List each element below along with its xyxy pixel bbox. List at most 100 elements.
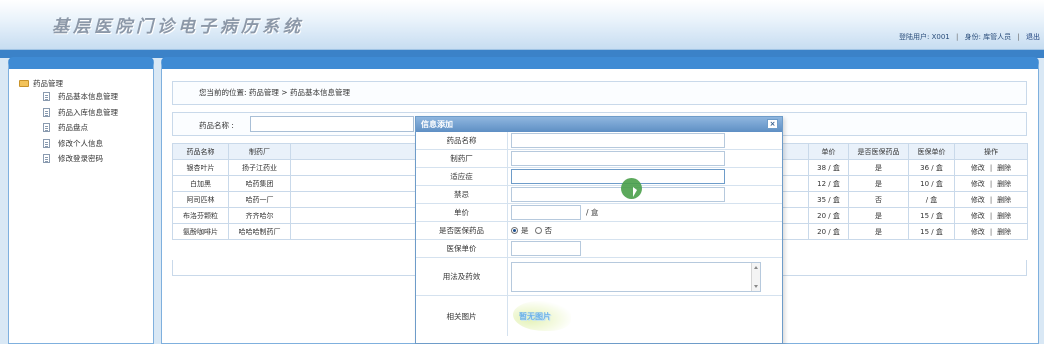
field-label: 适应症 (416, 168, 508, 185)
col-header-operations: 操作 (954, 143, 1028, 160)
form-row-name: 药品名称 (416, 132, 782, 150)
dialog-title: 信息添加 (421, 120, 453, 129)
sidebar-item-drug-stock-in[interactable]: 药品入库信息管理 (19, 105, 153, 121)
separator: | (989, 195, 993, 204)
delete-link[interactable]: 删除 (997, 164, 1011, 172)
sidebar-item-drug-info[interactable]: 药品基本信息管理 (19, 89, 153, 105)
textarea-scrollbar[interactable] (751, 262, 760, 291)
form-row-insured: 是否医保药品 是 否 (416, 222, 782, 240)
sidebar-item-label: 药品基本信息管理 (58, 92, 118, 102)
edit-link[interactable]: 修改 (971, 212, 985, 220)
add-drug-dialog: 信息添加 × 药品名称 制药厂 适应症 禁忌 单价 / 盒 是否医保药品 是 否… (415, 116, 783, 344)
edit-link[interactable]: 修改 (971, 164, 985, 172)
sidebar-item-password[interactable]: 修改登录密码 (19, 151, 153, 167)
dialog-titlebar[interactable]: 信息添加 × (416, 117, 782, 132)
document-icon (43, 123, 50, 133)
cell-insured: 是 (848, 207, 909, 224)
cell-name: 阿司匹林 (172, 191, 229, 208)
document-icon (43, 92, 50, 102)
cell-insured: 是 (848, 223, 909, 240)
drug-name-search-input[interactable] (250, 116, 414, 132)
cell-price: 12 / 盒 (808, 175, 849, 192)
sidebar-item-inventory[interactable]: 药品盘点 (19, 120, 153, 136)
insured-yes-radio[interactable] (511, 227, 518, 234)
scroll-up-icon[interactable] (754, 265, 758, 269)
cell-price: 38 / 盒 (808, 159, 849, 176)
cell-insured: 否 (848, 191, 909, 208)
taboo-input[interactable] (511, 187, 725, 202)
form-row-ins-price: 医保单价 (416, 240, 782, 258)
field-label: 禁忌 (416, 186, 508, 203)
tree-root-drug-management[interactable]: 药品管理 (19, 77, 153, 89)
cell-operations: 修改 | 删除 (954, 207, 1028, 224)
cell-name: 布洛芬颗粒 (172, 207, 229, 224)
col-header-ins-price: 医保单价 (908, 143, 955, 160)
field-label: 医保单价 (416, 240, 508, 257)
price-input[interactable] (511, 205, 581, 220)
price-unit: / 盒 (586, 208, 599, 217)
logout-link[interactable]: 退出 (1026, 33, 1040, 41)
form-row-taboo: 禁忌 (416, 186, 782, 204)
search-label: 药品名称 : (199, 121, 234, 130)
cell-maker: 哈药一厂 (228, 191, 291, 208)
cell-operations: 修改 | 删除 (954, 223, 1028, 240)
tree-root-label: 药品管理 (33, 78, 63, 88)
indication-input[interactable] (511, 169, 725, 184)
edit-link[interactable]: 修改 (971, 228, 985, 236)
image-preview[interactable]: 暂无图片 (513, 301, 573, 331)
cell-ins-price: 36 / 盒 (908, 159, 955, 176)
delete-link[interactable]: 删除 (997, 196, 1011, 204)
delete-link[interactable]: 删除 (997, 180, 1011, 188)
sidebar-item-label: 药品盘点 (58, 123, 88, 133)
insured-no-radio[interactable] (534, 227, 542, 234)
ins-price-input[interactable] (511, 241, 581, 256)
cell-operations: 修改 | 删除 (954, 159, 1028, 176)
cell-ins-price: / 盒 (908, 191, 955, 208)
usage-textarea[interactable] (511, 261, 761, 292)
cell-maker: 哈药集团 (228, 175, 291, 192)
form-row-maker: 制药厂 (416, 150, 782, 168)
cell-insured: 是 (848, 159, 909, 176)
sidebar-item-label: 修改登录密码 (58, 154, 103, 164)
edit-link[interactable]: 修改 (971, 180, 985, 188)
maker-input[interactable] (511, 151, 725, 166)
mouse-cursor-icon (633, 187, 637, 197)
document-icon (43, 154, 50, 164)
field-label: 药品名称 (416, 132, 508, 149)
image-placeholder-text: 暂无图片 (519, 312, 551, 321)
breadcrumb: 您当前的位置: 药品管理 > 药品基本信息管理 (172, 81, 1027, 105)
user-identity: 身份: 库管人员 (964, 33, 1012, 41)
separator: | (989, 211, 993, 220)
sidebar-item-label: 药品入库信息管理 (58, 107, 118, 117)
cell-price: 20 / 盒 (808, 207, 849, 224)
form-row-indication: 适应症 (416, 168, 782, 186)
document-icon (43, 107, 50, 117)
user-bar: 登陆用户: X001 | 身份: 库管人员 | 退出 (899, 32, 1040, 42)
sidebar-item-profile[interactable]: 修改个人信息 (19, 136, 153, 152)
sidebar-item-label: 修改个人信息 (58, 138, 103, 148)
cell-name: 银杏叶片 (172, 159, 229, 176)
separator: | (989, 227, 993, 236)
scroll-down-icon[interactable] (754, 284, 758, 288)
app-header: 基层医院门诊电子病历系统 登陆用户: X001 | 身份: 库管人员 | 退出 (0, 0, 1044, 50)
drug-name-input[interactable] (511, 133, 725, 148)
delete-link[interactable]: 删除 (997, 212, 1011, 220)
cell-operations: 修改 | 删除 (954, 175, 1028, 192)
field-label: 单价 (416, 204, 508, 221)
sidebar: 药品管理 药品基本信息管理 药品入库信息管理 药品盘点 修改个人信息 修改登录密… (8, 57, 154, 344)
cell-name: 氨酚咖啡片 (172, 223, 229, 240)
nav-tree: 药品管理 药品基本信息管理 药品入库信息管理 药品盘点 修改个人信息 修改登录密… (9, 69, 153, 167)
current-user: 登陆用户: X001 (899, 33, 950, 41)
separator: | (989, 179, 993, 188)
insured-no-label: 否 (544, 226, 553, 235)
edit-link[interactable]: 修改 (971, 196, 985, 204)
close-button[interactable]: × (767, 119, 778, 129)
field-label: 用法及药效 (416, 258, 508, 295)
delete-link[interactable]: 删除 (997, 228, 1011, 236)
field-label: 制药厂 (416, 150, 508, 167)
separator: | (989, 163, 993, 172)
cell-operations: 修改 | 删除 (954, 191, 1028, 208)
cell-name: 白加黑 (172, 175, 229, 192)
cell-maker: 齐齐哈尔 (228, 207, 291, 224)
col-header-maker: 制药厂 (228, 143, 291, 160)
